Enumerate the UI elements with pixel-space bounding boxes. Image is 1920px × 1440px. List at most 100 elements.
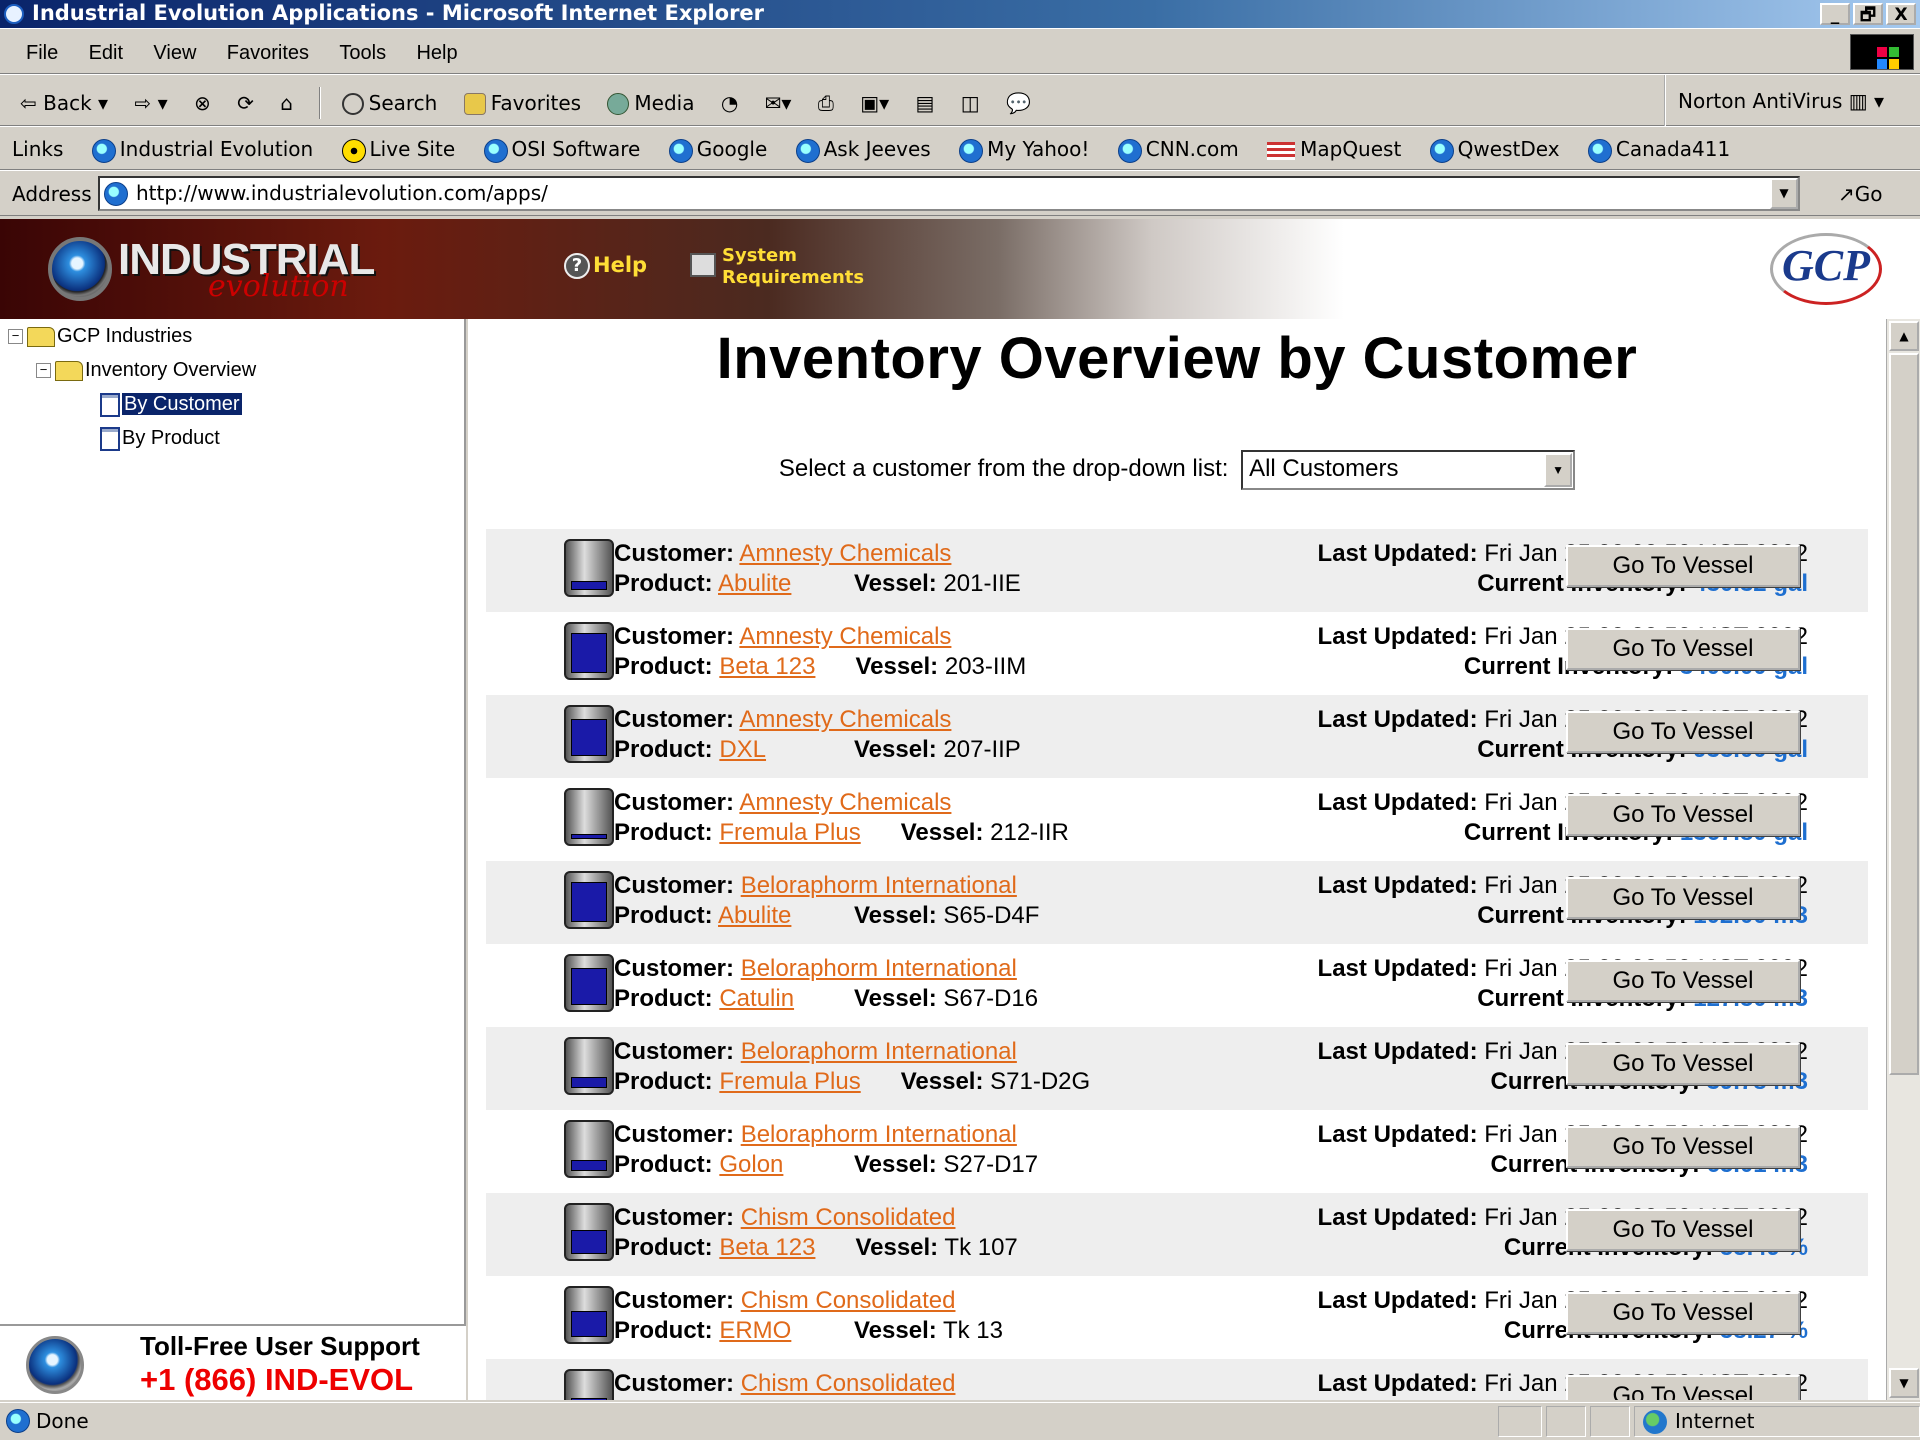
menu-view[interactable]: View bbox=[153, 30, 196, 76]
go-to-vessel-button[interactable]: Go To Vessel bbox=[1566, 711, 1800, 753]
customer-link[interactable]: Chism Consolidated bbox=[741, 1370, 956, 1397]
customer-label: Customer: bbox=[614, 1370, 735, 1397]
customer-link[interactable]: Amnesty Chemicals bbox=[739, 706, 951, 733]
customer-link[interactable]: Chism Consolidated bbox=[741, 1287, 956, 1314]
scroll-up-icon[interactable]: ▲ bbox=[1889, 321, 1919, 351]
product-link[interactable]: Fremula Plus bbox=[719, 1068, 860, 1095]
product-link[interactable]: Beta 123 bbox=[719, 653, 815, 680]
go-to-vessel-button[interactable]: Go To Vessel bbox=[1566, 1209, 1800, 1251]
go-to-vessel-button[interactable]: Go To Vessel bbox=[1566, 628, 1800, 670]
restore-button[interactable]: 🗗 bbox=[1853, 3, 1883, 25]
product-link[interactable]: DXL bbox=[719, 736, 766, 763]
collapse-icon[interactable]: − bbox=[8, 329, 23, 345]
forward-button[interactable]: ⇨ ▾ bbox=[134, 77, 167, 129]
tree-label: Inventory Overview bbox=[85, 359, 257, 381]
tank-icon bbox=[564, 1203, 614, 1261]
norton-icon: ▥ bbox=[1848, 89, 1868, 113]
refresh-icon[interactable]: ⟳ bbox=[237, 77, 254, 129]
product-link[interactable]: Catulin bbox=[719, 985, 794, 1012]
menu-edit[interactable]: Edit bbox=[89, 30, 123, 76]
link-my-yahoo[interactable]: My Yahoo! bbox=[959, 127, 1089, 171]
go-to-vessel-button[interactable]: Go To Vessel bbox=[1566, 794, 1800, 836]
product-link[interactable]: Fremula Plus bbox=[719, 819, 860, 846]
product-link[interactable]: Golon bbox=[719, 1151, 783, 1178]
mail-icon[interactable]: ✉▾ bbox=[765, 77, 792, 129]
updated-label: Last Updated: bbox=[1317, 1038, 1478, 1065]
updated-label: Last Updated: bbox=[1317, 1287, 1478, 1314]
tree-node-by-product[interactable]: By Product bbox=[8, 421, 256, 455]
minimize-button[interactable]: _ bbox=[1820, 3, 1850, 25]
discuss-icon[interactable]: ▤ bbox=[915, 77, 934, 129]
messenger-icon[interactable]: ◫ bbox=[961, 77, 980, 129]
go-to-vessel-button[interactable]: Go To Vessel bbox=[1566, 1126, 1800, 1168]
product-link[interactable]: Abulite bbox=[718, 902, 791, 929]
product-link[interactable]: ERMO bbox=[719, 1317, 791, 1344]
go-to-vessel-button[interactable]: Go To Vessel bbox=[1566, 960, 1800, 1002]
product-link[interactable]: Abulite bbox=[718, 570, 791, 597]
edit-icon[interactable]: ▣▾ bbox=[860, 77, 889, 129]
chevron-down-icon[interactable]: ▼ bbox=[1544, 452, 1573, 487]
go-to-vessel-button[interactable]: Go To Vessel bbox=[1566, 877, 1800, 919]
menu-help[interactable]: Help bbox=[416, 30, 457, 76]
link-ask-jeeves[interactable]: Ask Jeeves bbox=[795, 127, 931, 171]
customer-link[interactable]: Chism Consolidated bbox=[741, 1204, 956, 1231]
link-live-site[interactable]: Live Site bbox=[341, 127, 455, 171]
favorites-button[interactable]: Favorites bbox=[463, 77, 581, 129]
menu-tools[interactable]: Tools bbox=[339, 30, 386, 76]
link-mapquest[interactable]: MapQuest bbox=[1267, 127, 1401, 171]
print-icon[interactable]: ⎙ bbox=[818, 77, 834, 129]
scroll-down-icon[interactable]: ▼ bbox=[1889, 1368, 1919, 1398]
support-phone: +1 (866) IND-EVOL bbox=[140, 1362, 414, 1397]
updated-label: Last Updated: bbox=[1317, 955, 1478, 982]
customer-select[interactable]: All Customers ▼ bbox=[1241, 449, 1576, 490]
folder-open-icon bbox=[55, 360, 83, 381]
go-to-vessel-button[interactable]: Go To Vessel bbox=[1566, 1375, 1800, 1400]
search-button[interactable]: Search bbox=[341, 77, 437, 129]
document-icon bbox=[100, 392, 120, 417]
link-google[interactable]: Google bbox=[668, 127, 767, 171]
link-osi-software[interactable]: OSI Software bbox=[483, 127, 640, 171]
go-to-vessel-button[interactable]: Go To Vessel bbox=[1566, 1292, 1800, 1334]
link-label: QwestDex bbox=[1457, 137, 1560, 161]
history-icon[interactable]: ◔ bbox=[721, 77, 738, 129]
tree-node-by-customer[interactable]: By Customer bbox=[8, 387, 256, 421]
updated-label: Last Updated: bbox=[1317, 789, 1478, 816]
link-cnn[interactable]: CNN.com bbox=[1117, 127, 1239, 171]
go-button[interactable]: ↗Go bbox=[1838, 171, 1883, 217]
home-icon[interactable]: ⌂ bbox=[280, 77, 293, 129]
go-to-vessel-button[interactable]: Go To Vessel bbox=[1566, 1043, 1800, 1085]
link-label: Industrial Evolution bbox=[119, 137, 314, 161]
customer-link[interactable]: Amnesty Chemicals bbox=[739, 623, 951, 650]
customer-link[interactable]: Amnesty Chemicals bbox=[739, 789, 951, 816]
go-to-vessel-button[interactable]: Go To Vessel bbox=[1566, 545, 1800, 587]
back-label: Back bbox=[43, 90, 92, 115]
close-button[interactable]: X bbox=[1886, 3, 1916, 25]
product-link[interactable]: Beta 123 bbox=[719, 1234, 815, 1261]
link-canada411[interactable]: Canada411 bbox=[1587, 127, 1730, 171]
chat-icon[interactable]: 💬 bbox=[1006, 77, 1031, 129]
media-button[interactable]: Media bbox=[607, 77, 695, 129]
product-field: Product: Golon bbox=[614, 1150, 783, 1180]
back-button[interactable]: ⇦ Back ▾ bbox=[20, 77, 108, 129]
link-industrial-evolution[interactable]: Industrial Evolution bbox=[91, 127, 314, 171]
customer-label: Customer: bbox=[614, 1204, 735, 1231]
menu-file[interactable]: File bbox=[26, 30, 58, 76]
address-dropdown-icon[interactable]: ▼ bbox=[1770, 178, 1798, 209]
address-label: Address bbox=[12, 182, 92, 206]
customer-field: Customer: Chism Consolidated bbox=[614, 1369, 955, 1399]
norton-antivirus-button[interactable]: Norton AntiVirus ▥ ▾ bbox=[1664, 75, 1884, 127]
vertical-scrollbar[interactable]: ▲ ▼ bbox=[1886, 319, 1920, 1400]
tree-node-gcp-industries[interactable]: − GCP Industries bbox=[8, 319, 256, 353]
collapse-icon[interactable]: − bbox=[36, 363, 51, 379]
media-label: Media bbox=[634, 90, 695, 115]
scroll-thumb[interactable] bbox=[1889, 353, 1919, 1075]
customer-link[interactable]: Amnesty Chemicals bbox=[739, 540, 951, 567]
product-field: Product: Fremula Plus bbox=[614, 818, 861, 848]
tree-node-inventory-overview[interactable]: − Inventory Overview bbox=[8, 353, 256, 387]
address-input[interactable]: http://www.industrialevolution.com/apps/… bbox=[98, 176, 1800, 211]
menu-favorites[interactable]: Favorites bbox=[227, 30, 309, 76]
stop-icon[interactable]: ⊗ bbox=[194, 77, 211, 129]
help-link[interactable]: ? Help bbox=[564, 251, 647, 279]
system-requirements-link[interactable]: System Requirements bbox=[690, 245, 864, 289]
link-qwestdex[interactable]: QwestDex bbox=[1429, 127, 1560, 171]
